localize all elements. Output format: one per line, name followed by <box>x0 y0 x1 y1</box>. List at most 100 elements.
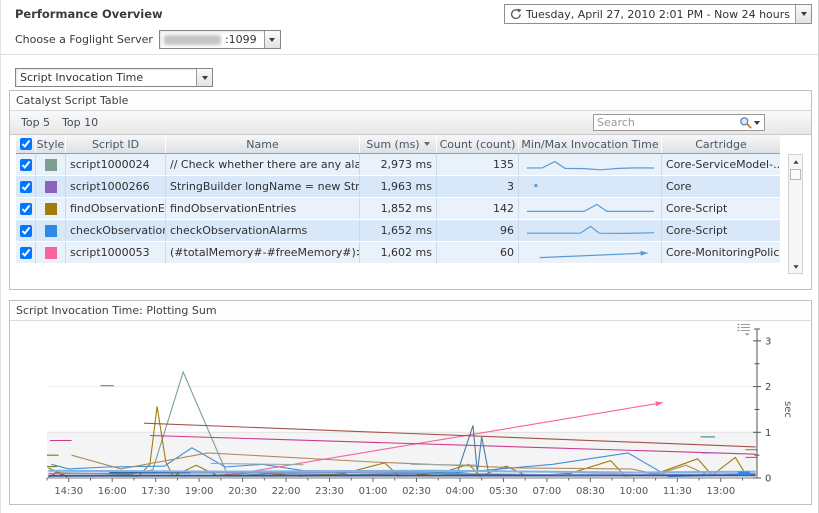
style-swatch <box>45 203 57 215</box>
table-row[interactable]: checkObservation... checkObservationAlar… <box>16 220 780 242</box>
column-header-cartridge[interactable]: Cartridge <box>662 135 780 153</box>
page-title: Performance Overview <box>15 7 163 21</box>
script-id-cell: script1000024 <box>66 154 166 175</box>
table-row[interactable]: script1000266 StringBuilder longName = n… <box>16 176 780 198</box>
time-range-icon <box>510 8 522 20</box>
performance-overview-page: Performance Overview Tuesday, April 27, … <box>0 0 819 513</box>
svg-text:07:00: 07:00 <box>532 486 561 497</box>
svg-text:19:00: 19:00 <box>185 486 214 497</box>
table-scrollbar[interactable] <box>788 154 803 274</box>
sum-cell: 2,973 ms <box>360 154 437 175</box>
chevron-down-icon <box>269 38 275 42</box>
search-options-button[interactable] <box>752 121 764 125</box>
count-cell: 96 <box>437 220 519 241</box>
row-checkbox[interactable] <box>20 159 32 171</box>
divider <box>1 54 818 55</box>
search-icon[interactable] <box>739 116 752 129</box>
svg-text:3: 3 <box>765 336 771 347</box>
column-header-name[interactable]: Name <box>166 135 360 153</box>
style-swatch <box>45 225 57 237</box>
chevron-down-icon <box>202 76 208 80</box>
svg-text:02:30: 02:30 <box>402 486 431 497</box>
plot-panel: Script Invocation Time: Plotting Sum 012… <box>9 300 812 505</box>
svg-text:0: 0 <box>765 474 771 485</box>
server-dropdown-button[interactable] <box>264 31 280 48</box>
cartridge-cell: Core-Script <box>662 198 780 219</box>
script-id-cell: checkObservation... <box>66 220 166 241</box>
scroll-down-button[interactable] <box>789 260 802 273</box>
metric-dropdown-button[interactable] <box>196 69 212 86</box>
svg-text:16:00: 16:00 <box>98 486 127 497</box>
column-header-script-id[interactable]: Script ID <box>66 135 166 153</box>
search-input[interactable] <box>594 116 739 129</box>
svg-text:sec: sec <box>782 401 793 418</box>
column-header-sum[interactable]: Sum (ms) <box>360 135 437 153</box>
redacted-server-address <box>164 35 221 45</box>
top10-button[interactable]: Top 10 <box>59 116 107 129</box>
minmax-sparkline <box>523 200 657 218</box>
metric-selector[interactable]: Script Invocation Time <box>15 68 213 87</box>
chart-region: 012314:3016:0017:3019:0020:3022:0023:300… <box>10 321 811 504</box>
server-selector-row: Choose a Foglight Server :1099 <box>15 30 281 49</box>
server-port: :1099 <box>221 33 261 46</box>
time-range-selector[interactable]: Tuesday, April 27, 2010 2:01 PM - Now 24… <box>504 4 812 24</box>
count-cell: 60 <box>437 242 519 263</box>
svg-text:2: 2 <box>765 382 771 393</box>
top5-button[interactable]: Top 5 <box>18 116 59 129</box>
row-checkbox[interactable] <box>20 181 32 193</box>
minmax-sparkline <box>523 156 657 174</box>
name-cell: (#totalMemory#-#freeMemory#)>... <box>166 242 360 263</box>
script-id-cell: findObservationE... <box>66 198 166 219</box>
arrow-up-icon <box>793 160 798 163</box>
catalyst-script-table-panel: Catalyst Script Table Top 5 Top 10 Style… <box>9 90 812 290</box>
count-cell: 3 <box>437 176 519 197</box>
style-swatch <box>45 247 57 259</box>
sort-desc-icon <box>424 142 430 146</box>
sum-cell: 1,852 ms <box>360 198 437 219</box>
column-header-count[interactable]: Count (count) <box>437 135 519 153</box>
name-cell: StringBuilder longName = new Strin... <box>166 176 360 197</box>
sum-cell: 1,963 ms <box>360 176 437 197</box>
count-cell: 142 <box>437 198 519 219</box>
time-range-dropdown-button[interactable] <box>795 5 811 23</box>
time-range-label: Tuesday, April 27, 2010 2:01 PM - Now 24… <box>522 8 795 21</box>
count-cell: 135 <box>437 154 519 175</box>
svg-text:17:30: 17:30 <box>141 486 170 497</box>
svg-text:13:00: 13:00 <box>706 486 735 497</box>
column-header-style[interactable]: Style <box>36 135 66 153</box>
svg-text:01:00: 01:00 <box>359 486 388 497</box>
row-checkbox[interactable] <box>20 203 32 215</box>
minmax-sparkline <box>523 244 657 262</box>
svg-text:04:00: 04:00 <box>446 486 475 497</box>
scroll-thumb[interactable] <box>790 169 801 180</box>
column-header-minmax[interactable]: Min/Max Invocation Time <box>519 135 662 153</box>
row-checkbox[interactable] <box>20 225 32 237</box>
minmax-sparkline <box>523 222 657 240</box>
svg-text:10:00: 10:00 <box>619 486 648 497</box>
scroll-up-button[interactable] <box>789 155 802 168</box>
svg-text:14:30: 14:30 <box>54 486 83 497</box>
table-row[interactable]: script1000053 (#totalMemory#-#freeMemory… <box>16 242 780 264</box>
cartridge-cell: Core-Script <box>662 220 780 241</box>
style-swatch <box>45 181 57 193</box>
chevron-down-icon <box>801 12 807 16</box>
server-selector-label: Choose a Foglight Server <box>15 33 153 46</box>
script-table: Style Script ID Name Sum (ms) Count (cou… <box>16 135 780 264</box>
arrow-down-icon <box>793 265 798 268</box>
cartridge-cell: Core <box>662 176 780 197</box>
plot-panel-title: Script Invocation Time: Plotting Sum <box>10 301 811 321</box>
table-header-row: Style Script ID Name Sum (ms) Count (cou… <box>16 135 780 154</box>
svg-text:05:30: 05:30 <box>489 486 518 497</box>
name-cell: // Check whether there are any alar... <box>166 154 360 175</box>
table-row[interactable]: script1000024 // Check whether there are… <box>16 154 780 176</box>
minmax-sparkline <box>523 178 657 196</box>
server-selector[interactable]: :1099 <box>159 30 281 49</box>
search-box[interactable] <box>593 114 765 131</box>
script-id-cell: script1000053 <box>66 242 166 263</box>
row-checkbox[interactable] <box>20 247 32 259</box>
cartridge-cell: Core-MonitoringPolicy <box>662 242 780 263</box>
name-cell: checkObservationAlarms <box>166 220 360 241</box>
select-all-checkbox[interactable] <box>20 138 32 150</box>
sum-line-chart: 012314:3016:0017:3019:0020:3022:0023:300… <box>16 321 807 503</box>
table-row[interactable]: findObservationE... findObservationEntri… <box>16 198 780 220</box>
